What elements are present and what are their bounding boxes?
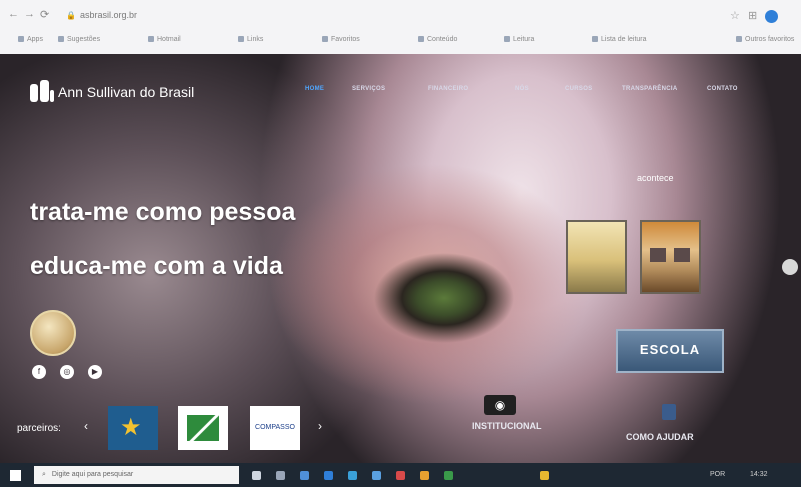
nav-nos[interactable]: NÓS bbox=[515, 86, 529, 92]
bookmark-icon bbox=[736, 36, 742, 43]
bookmark-item[interactable]: Outros favoritos bbox=[736, 36, 794, 43]
acontece-heading: acontece bbox=[637, 173, 674, 183]
facebook-icon[interactable]: f bbox=[32, 365, 46, 379]
bookmarks-bar: Apps Sugestões Hotmail Links Favoritos C… bbox=[0, 33, 801, 49]
back-icon[interactable]: ← bbox=[8, 8, 19, 20]
star-logo-icon: ★ bbox=[120, 414, 142, 441]
nav-cursos[interactable]: CURSOS bbox=[565, 86, 592, 92]
partner-logo[interactable] bbox=[178, 406, 228, 450]
bookmark-icon bbox=[58, 36, 64, 43]
photo-icon bbox=[674, 248, 690, 262]
partners-prev-arrow-icon[interactable]: ‹ bbox=[84, 419, 88, 433]
address-row: ← → ⟳ 🔒 asbrasil.org.br ☆ ⊞ bbox=[0, 6, 801, 26]
youtube-icon[interactable]: ▶ bbox=[88, 365, 102, 379]
carousel-next-button[interactable] bbox=[782, 259, 798, 275]
brand-name[interactable]: Ann Sullivan do Brasil bbox=[58, 84, 194, 100]
search-icon: ⌕ bbox=[42, 471, 46, 478]
bookmark-icon bbox=[322, 36, 328, 43]
taskbar-app-icon[interactable] bbox=[276, 471, 285, 480]
bookmark-item[interactable]: Conteúdo bbox=[418, 36, 457, 43]
nav-home[interactable]: HOME bbox=[305, 86, 324, 92]
url-text: asbrasil.org.br bbox=[79, 10, 137, 20]
bookmark-icon bbox=[18, 36, 24, 43]
profile-avatar[interactable] bbox=[765, 10, 778, 23]
news-thumbnail[interactable] bbox=[640, 220, 701, 294]
taskbar-app-icon[interactable] bbox=[444, 471, 453, 480]
reload-icon[interactable]: ⟳ bbox=[40, 8, 49, 21]
bookmark-item[interactable]: Sugestões bbox=[58, 36, 100, 43]
bookmark-icon bbox=[418, 36, 424, 43]
star-icon[interactable]: ☆ bbox=[730, 9, 740, 22]
nav-servicos[interactable]: SERVIÇOS bbox=[352, 86, 385, 92]
taskbar-app-icon[interactable] bbox=[372, 471, 381, 480]
tray-weather-icon[interactable] bbox=[540, 471, 549, 480]
bookmark-item[interactable]: Favoritos bbox=[322, 36, 360, 43]
tray-language[interactable]: POR bbox=[710, 471, 725, 478]
taskbar-app-icon[interactable] bbox=[348, 471, 357, 480]
institucional-link[interactable]: INSTITUCIONAL bbox=[472, 421, 542, 431]
taskbar-app-icon[interactable] bbox=[300, 471, 309, 480]
search-placeholder: Digite aqui para pesquisar bbox=[51, 471, 134, 478]
bookmark-item[interactable]: Lista de leitura bbox=[592, 36, 647, 43]
forward-icon[interactable]: → bbox=[24, 8, 35, 20]
taskbar-search-input[interactable]: ⌕ Digite aqui para pesquisar bbox=[34, 466, 239, 484]
taskbar: ⌕ Digite aqui para pesquisar POR 14:32 bbox=[0, 463, 801, 487]
taskbar-app-icon[interactable] bbox=[324, 471, 333, 480]
bookmark-item[interactable]: Apps bbox=[18, 36, 43, 43]
news-thumbnail[interactable] bbox=[566, 220, 627, 294]
leaf-logo-icon bbox=[187, 415, 219, 441]
hero-section: Ann Sullivan do Brasil HOME SERVIÇOS FIN… bbox=[0, 54, 801, 463]
taskbar-app-icon[interactable] bbox=[420, 471, 429, 480]
partner-logo[interactable]: COMPASSO bbox=[250, 406, 300, 450]
bookmark-item[interactable]: Leitura bbox=[504, 36, 534, 43]
bookmark-icon bbox=[238, 36, 244, 43]
seal-badge-icon[interactable] bbox=[30, 310, 76, 356]
eye-icon[interactable]: ◉ bbox=[484, 395, 516, 415]
tray-clock[interactable]: 14:32 bbox=[750, 471, 768, 478]
address-bar[interactable]: 🔒 asbrasil.org.br bbox=[66, 7, 656, 23]
partner-logo[interactable]: ★ bbox=[108, 406, 158, 450]
bookmark-icon bbox=[148, 36, 154, 43]
nav-financeiro[interactable]: FINANCEIRO bbox=[428, 86, 468, 92]
task-view-icon[interactable] bbox=[252, 471, 261, 480]
headline-line-1: trata-me como pessoa bbox=[30, 198, 296, 226]
photo-icon bbox=[650, 248, 666, 262]
bookmark-item[interactable]: Links bbox=[238, 36, 263, 43]
instagram-icon[interactable]: ◎ bbox=[60, 365, 74, 379]
headline-line-2: educa-me com a vida bbox=[30, 252, 283, 280]
lock-icon: 🔒 bbox=[66, 11, 76, 20]
como-ajudar-link[interactable]: COMO AJUDAR bbox=[626, 432, 694, 442]
bookmark-icon bbox=[504, 36, 510, 43]
extension-icon[interactable]: ⊞ bbox=[748, 9, 757, 22]
brand-logo-icon[interactable] bbox=[30, 80, 54, 102]
nav-contato[interactable]: CONTATO bbox=[707, 86, 738, 92]
windows-start-icon[interactable] bbox=[10, 470, 21, 481]
taskbar-app-icon[interactable] bbox=[396, 471, 405, 480]
bookmark-icon bbox=[592, 36, 598, 43]
browser-chrome: ← → ⟳ 🔒 asbrasil.org.br ☆ ⊞ Apps Sugestõe… bbox=[0, 0, 801, 55]
partners-next-arrow-icon[interactable]: › bbox=[318, 419, 322, 433]
parceiros-label: parceiros: bbox=[17, 423, 61, 434]
escola-banner[interactable]: ESCOLA bbox=[616, 329, 724, 373]
bookmark-item[interactable]: Hotmail bbox=[148, 36, 181, 43]
escola-label: ESCOLA bbox=[639, 342, 701, 357]
nav-transparencia[interactable]: TRANSPARÊNCIA bbox=[622, 86, 677, 92]
donation-icon[interactable] bbox=[662, 404, 676, 420]
